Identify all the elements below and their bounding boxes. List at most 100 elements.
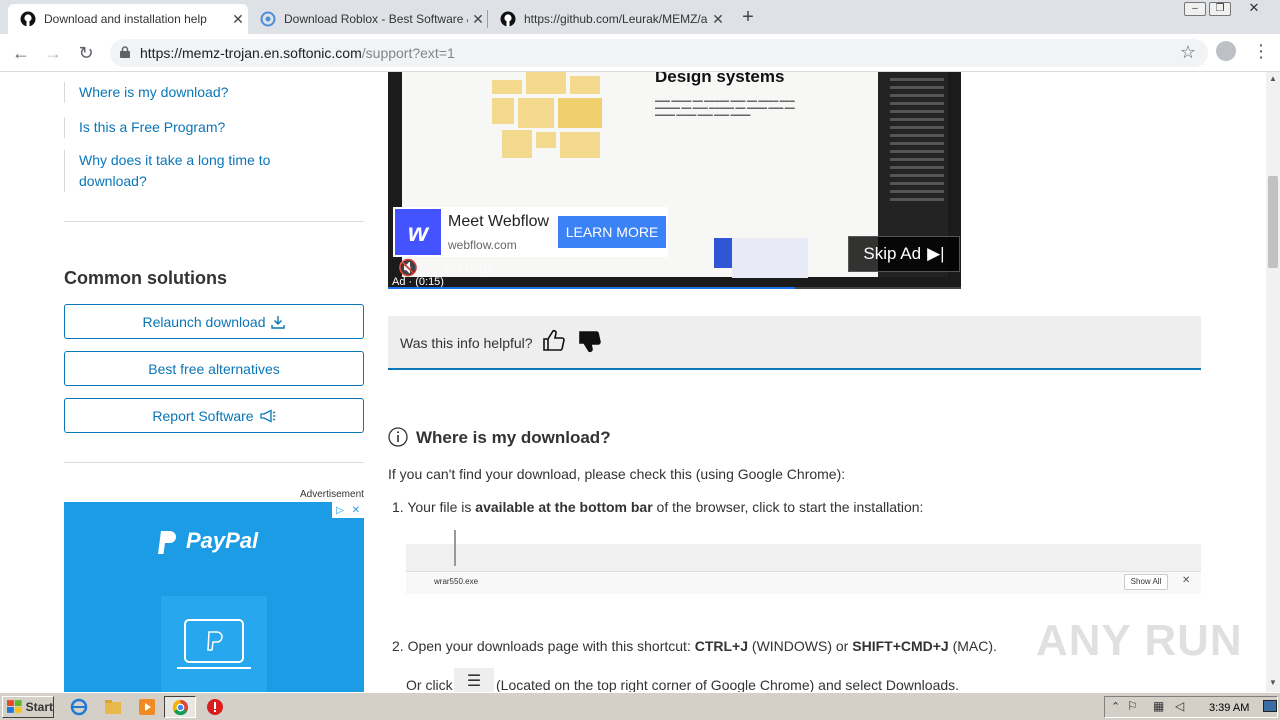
tab-title: Download Roblox - Best Software & [284, 12, 468, 26]
best-free-alternatives-button[interactable]: Best free alternatives [64, 351, 364, 386]
chrome-icon [172, 699, 189, 716]
system-tray: ⌃ ⚐ ▦ ◁ [1104, 696, 1278, 718]
close-bar-icon: ✕ [1182, 575, 1191, 586]
paypal-logo-icon [158, 531, 176, 554]
paypal-brand: PayPal [186, 528, 259, 553]
advertiser-url: webflow.com [448, 238, 517, 252]
start-label: Start [25, 700, 53, 714]
webflow-ad-card[interactable]: w Meet Webflow webflow.com LEARN MORE [393, 207, 668, 257]
skip-ad-label: Skip Ad [863, 244, 922, 263]
video-ad-player[interactable]: Design systems ▬▬▬ ▬▬▬▬ ▬▬ ▬▬▬▬▬ ▬▬▬ ▬▬ … [388, 72, 961, 289]
url-text: https://memz-trojan.en.softonic.com/supp… [140, 45, 455, 61]
article-heading: Where is my download? [416, 428, 611, 447]
faq-link-where-download[interactable]: Where is my download? [64, 82, 304, 103]
profile-avatar[interactable] [1216, 41, 1236, 61]
github-icon [20, 11, 36, 27]
anyrun-watermark: ANY RUN [1036, 616, 1243, 665]
tab-github[interactable]: https://github.com/Leurak/MEMZ/ar ✕ [488, 4, 728, 34]
url-host: https://memz-trojan.en.softonic.com [140, 45, 362, 61]
softonic-icon [260, 11, 276, 27]
info-icon [388, 427, 408, 447]
step-1: 1. Your file is available at the bottom … [392, 499, 924, 515]
sidebar-divider [64, 221, 364, 222]
browser-toolbar: ← → ↻ https://memz-trojan.en.softonic.co… [0, 34, 1280, 72]
thumbs-up-icon[interactable] [542, 329, 566, 353]
flag-icon[interactable]: ⚐ [1127, 699, 1138, 713]
report-label: Report Software [152, 407, 254, 424]
page-scrollbar[interactable]: ▲ ▼ [1266, 72, 1280, 692]
article-intro: If you can't find your download, please … [388, 466, 846, 482]
paypal-advertisement[interactable]: ▷ ✕ PayPal [64, 502, 364, 692]
file-explorer-icon[interactable] [104, 698, 122, 716]
skip-next-icon: ▶| [927, 244, 945, 263]
learn-more-button[interactable]: LEARN MORE [558, 216, 666, 248]
download-bar-screenshot: wrar550.exe Show All ✕ [406, 530, 1201, 594]
adchoices-icon[interactable]: ▷ ✕ [332, 502, 364, 518]
github-icon [500, 11, 516, 27]
network-icon[interactable]: ▦ [1153, 699, 1164, 713]
show-desktop-icon[interactable] [1263, 700, 1277, 712]
download-icon [271, 315, 286, 329]
ad-timer: AD 0:18 [444, 261, 491, 276]
url-path: /support?ext=1 [361, 45, 455, 61]
show-hidden-icons-icon[interactable]: ⌃ [1111, 700, 1120, 713]
relaunch-download-button[interactable]: Relaunch download [64, 304, 364, 339]
chrome-taskbar-button[interactable] [164, 696, 196, 718]
close-window-button[interactable]: ✕ [1240, 1, 1268, 16]
windows-taskbar: Start ⌃ ⚐ ▦ ◁ 3:39 AM [0, 692, 1280, 720]
step-3-post: (Located on the top right corner of Goog… [496, 677, 960, 692]
new-tab-button[interactable]: + [738, 6, 758, 28]
taskbar-clock: 3:39 AM [1209, 702, 1250, 714]
sidebar-divider [64, 462, 364, 463]
show-all-button: Show All [1124, 574, 1168, 590]
forward-button[interactable]: → [42, 42, 64, 64]
advertisement-label: Advertisement [300, 489, 364, 500]
scroll-up-icon[interactable]: ▲ [1266, 72, 1280, 86]
paypal-card [161, 596, 267, 692]
scroll-down-icon[interactable]: ▼ [1266, 676, 1280, 690]
step-3-pre: Or click: [406, 677, 457, 692]
close-tab-icon[interactable]: ✕ [708, 11, 728, 28]
volume-icon[interactable]: ◁ [1175, 699, 1184, 713]
minimize-button[interactable]: – [1184, 2, 1206, 16]
maximize-button[interactable]: ❐ [1209, 2, 1231, 16]
tab-strip: Download and installation help ✕ Downloa… [0, 0, 1280, 34]
video-progress-fill [388, 287, 795, 289]
helpful-feedback-bar: Was this info helpful? [388, 316, 1201, 370]
close-tab-icon[interactable]: ✕ [468, 11, 488, 28]
megaphone-icon [259, 408, 276, 423]
advertiser-name: Meet Webflow [448, 213, 550, 230]
media-player-icon[interactable] [138, 698, 156, 716]
close-tab-icon[interactable]: ✕ [228, 11, 248, 28]
menu-kebab-icon[interactable]: ⋮ [1252, 40, 1270, 62]
windows-logo-icon [7, 700, 22, 713]
web-page: Where is my download? Is this a Free Pro… [0, 72, 1266, 692]
faq-link-free-program[interactable]: Is this a Free Program? [64, 117, 304, 138]
reload-button[interactable]: ↻ [75, 42, 97, 64]
back-button[interactable]: ← [10, 42, 32, 64]
internet-explorer-icon[interactable] [70, 698, 88, 716]
ad-paragraph: ▬▬▬ ▬▬▬▬ ▬▬ ▬▬▬▬▬ ▬▬▬ ▬▬ ▬▬▬▬ ▬▬▬ ▬▬▬▬▬ … [655, 98, 795, 118]
design-tiles [492, 72, 612, 158]
address-bar[interactable]: https://memz-trojan.en.softonic.com/supp… [110, 39, 1208, 67]
report-software-button[interactable]: Report Software [64, 398, 364, 433]
laptop-icon [177, 619, 251, 669]
bookmark-star-icon[interactable]: ☆ [1180, 42, 1196, 63]
start-button[interactable]: Start [2, 696, 54, 718]
tab-download-help[interactable]: Download and installation help ✕ [8, 4, 248, 34]
common-solutions-title: Common solutions [64, 268, 227, 288]
tab-title: Download and installation help [44, 12, 207, 26]
faq-link-long-time[interactable]: Why does it take a long time to download… [64, 150, 284, 192]
tab-roblox[interactable]: Download Roblox - Best Software & ✕ [248, 4, 488, 34]
download-file-name: wrar550.exe [434, 577, 479, 586]
relaunch-label: Relaunch download [142, 313, 266, 330]
tab-title: https://github.com/Leurak/MEMZ/ar [524, 12, 708, 26]
chrome-menu-icon: ☰ [454, 668, 494, 692]
video-progress-bar[interactable] [388, 287, 961, 289]
thumbs-down-icon[interactable] [578, 329, 602, 353]
skip-ad-button[interactable]: Skip Ad ▶| [848, 236, 960, 272]
step-2: 2. Open your downloads page with this sh… [392, 638, 997, 654]
stop-icon[interactable] [206, 698, 224, 716]
scrollbar-thumb[interactable] [1268, 176, 1278, 268]
webflow-logo-icon: w [395, 209, 441, 255]
